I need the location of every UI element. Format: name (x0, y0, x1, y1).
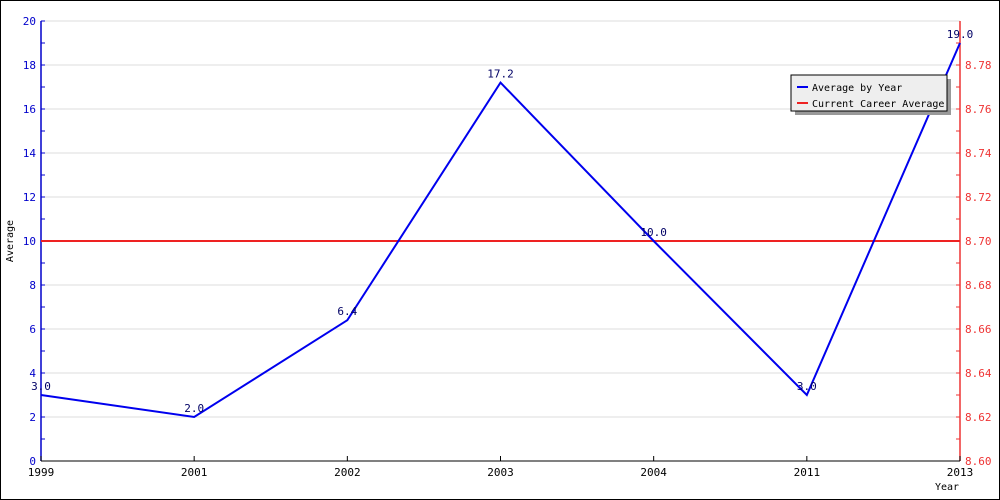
x-tick-label: 2003 (487, 466, 514, 479)
x-tick-label: 2004 (640, 466, 667, 479)
data-label: 3.0 (797, 380, 817, 393)
y-tick-label: 20 (23, 15, 36, 28)
x-tick-label: 2002 (334, 466, 361, 479)
x-tick-label: 1999 (28, 466, 55, 479)
line-chart: 024681012141618208.608.628.648.668.688.7… (5, 15, 992, 493)
y2-tick-label: 8.68 (965, 279, 992, 292)
x-axis-title: Year (935, 482, 959, 493)
y-tick-label: 4 (29, 367, 36, 380)
y2-tick-label: 8.66 (965, 323, 992, 336)
y-tick-label: 8 (29, 279, 36, 292)
y-tick-label: 14 (23, 147, 37, 160)
y-tick-label: 18 (23, 59, 36, 72)
data-label: 17.2 (487, 68, 514, 81)
y2-tick-label: 8.70 (965, 235, 992, 248)
x-tick-label: 2011 (794, 466, 821, 479)
y-axis-title: Average (5, 220, 16, 262)
data-label: 19.0 (947, 28, 974, 41)
x-tick-label: 2013 (947, 466, 974, 479)
data-label: 6.4 (337, 305, 357, 318)
y-tick-label: 6 (29, 323, 36, 336)
legend-label-average-by-year: Average by Year (812, 83, 902, 94)
y-tick-label: 12 (23, 191, 36, 204)
chart-frame: 0 2 4 6 8 10 12 14 16 18 20 8.60 8.62 8.64 8.66 8.68 8.7… (0, 0, 1000, 500)
y-tick-label: 10 (23, 235, 36, 248)
y2-tick-label: 8.72 (965, 191, 992, 204)
legend-label-career-average: Current Career Average (812, 99, 944, 110)
y-tick-label: 2 (29, 411, 36, 424)
x-tick-label: 2001 (181, 466, 208, 479)
y-tick-label: 16 (23, 103, 36, 116)
y2-tick-label: 8.64 (965, 367, 992, 380)
y2-tick-label: 8.62 (965, 411, 992, 424)
y2-tick-label: 8.76 (965, 103, 992, 116)
data-label: 3.0 (31, 380, 51, 393)
y2-tick-label: 8.74 (965, 147, 992, 160)
legend: Average by Year Current Career Average (790, 74, 951, 115)
data-label: 2.0 (184, 402, 204, 415)
data-label: 10.0 (640, 226, 667, 239)
y2-tick-label: 8.78 (965, 59, 992, 72)
